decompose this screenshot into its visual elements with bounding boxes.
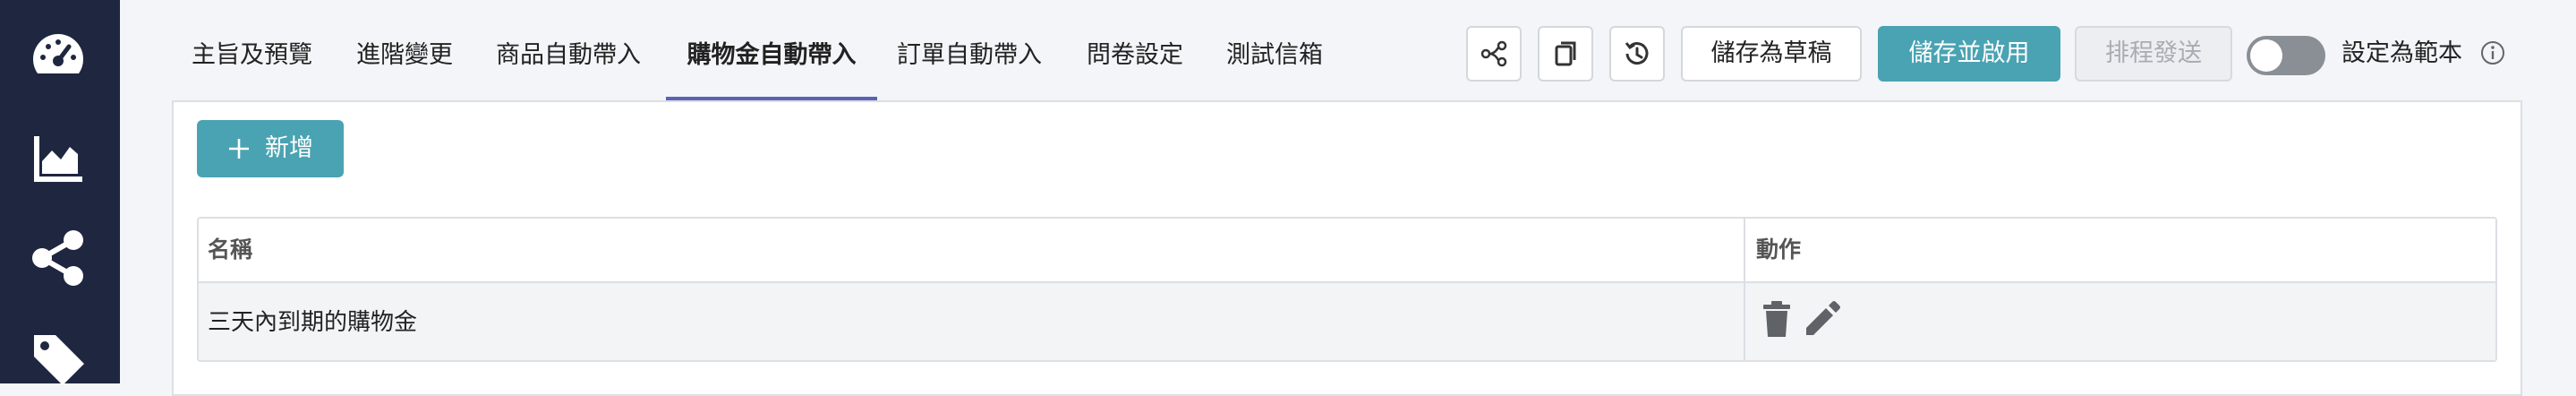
template-toggle-label: 設定為範本: [2341, 39, 2462, 67]
column-divider: [1744, 219, 1745, 281]
tab-credit-autofill[interactable]: 購物金自動帶入: [666, 34, 877, 100]
table-row[interactable]: 三天內到期的購物金: [199, 283, 2495, 360]
column-header-actions: 動作: [1756, 237, 1802, 263]
credit-table: 名稱 動作 三天內到期的購物金: [197, 217, 2497, 362]
tag-icon[interactable]: [29, 328, 88, 387]
table-header: 名稱 動作: [199, 219, 2495, 283]
plus-icon: [229, 139, 249, 159]
flow-nodes-icon: [1480, 40, 1507, 67]
schedule-send-button[interactable]: 排程發送: [2075, 26, 2232, 82]
history-button[interactable]: [1609, 26, 1665, 82]
gauge-icon[interactable]: [29, 27, 88, 86]
tab-survey-settings[interactable]: 問卷設定: [1087, 34, 1183, 100]
delete-icon[interactable]: [1756, 299, 1797, 340]
copy-button[interactable]: [1538, 26, 1593, 82]
column-header-name: 名稱: [208, 237, 253, 263]
edit-icon[interactable]: [1801, 299, 1842, 340]
toggle-knob: [2250, 39, 2282, 72]
tab-test-mailbox[interactable]: 測試信箱: [1226, 34, 1323, 100]
copy-icon: [1555, 41, 1576, 66]
save-enable-button[interactable]: 儲存並啟用: [1878, 26, 2060, 82]
row-name: 三天內到期的購物金: [208, 309, 418, 336]
add-button[interactable]: 新增: [197, 120, 344, 177]
sidebar: [0, 0, 120, 385]
chart-area-icon[interactable]: [29, 129, 88, 188]
column-divider: [1744, 283, 1745, 360]
flow-button[interactable]: [1466, 26, 1522, 82]
save-draft-button[interactable]: 儲存為草稿: [1681, 26, 1862, 82]
info-icon[interactable]: [2479, 39, 2506, 66]
share-nodes-icon[interactable]: [29, 228, 88, 288]
template-toggle[interactable]: [2247, 36, 2325, 75]
add-button-label: 新增: [265, 134, 313, 162]
tab-product-autofill[interactable]: 商品自動帶入: [496, 34, 641, 100]
tab-order-autofill[interactable]: 訂單自動帶入: [897, 34, 1042, 100]
tab-advanced-change[interactable]: 進階變更: [356, 34, 453, 100]
tab-subject-preview[interactable]: 主旨及預覽: [192, 34, 312, 100]
history-clock-icon: [1625, 42, 1649, 65]
